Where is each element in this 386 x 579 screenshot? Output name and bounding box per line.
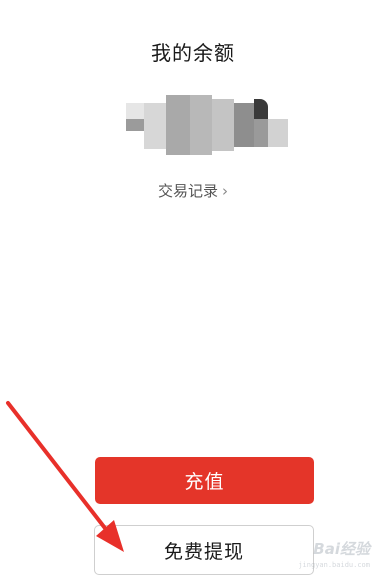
- page-title: 我的余额: [151, 41, 235, 65]
- mosaic-tile: [254, 99, 268, 119]
- mosaic-tile: [126, 119, 144, 131]
- mosaic-tile: [144, 103, 166, 149]
- transaction-history-link[interactable]: 交易记录 ›: [0, 180, 386, 201]
- watermark-subtext: jingyan.baidu.com: [298, 561, 370, 569]
- recharge-button[interactable]: 充值: [95, 457, 314, 504]
- watermark-logo: Bai经验 jingyan.baidu.com: [262, 535, 380, 573]
- mosaic-tile: [268, 119, 288, 147]
- transaction-history-label: 交易记录: [157, 182, 218, 200]
- mosaic-tile: [212, 99, 234, 151]
- mosaic-tile: [166, 95, 190, 155]
- mosaic-tile: [126, 103, 144, 119]
- watermark-text: Bai经验: [313, 540, 370, 558]
- mosaic-tile: [190, 95, 212, 155]
- mosaic-tile: [234, 103, 254, 147]
- balance-amount-obscured: [126, 95, 288, 155]
- mosaic-tile: [254, 119, 268, 147]
- chevron-right-icon: ›: [222, 182, 228, 200]
- balance-page: 我的余额 交易记录 › 充值 免费提现 Bai经验 jingyan.baidu.c…: [0, 0, 386, 579]
